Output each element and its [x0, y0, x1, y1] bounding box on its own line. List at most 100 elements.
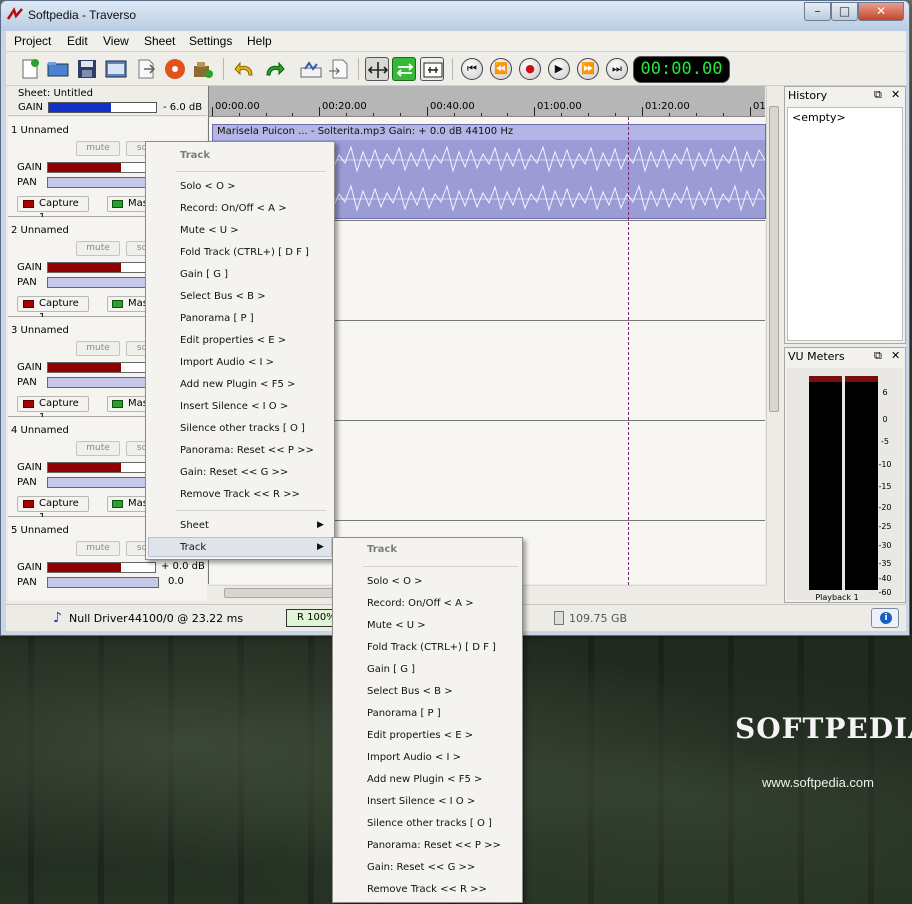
menu-sheet[interactable]: Sheet	[144, 34, 175, 48]
history-title: History	[788, 89, 828, 102]
play-icon[interactable]: ▶	[548, 58, 570, 80]
gain-slider[interactable]	[47, 262, 156, 273]
gain-slider[interactable]	[47, 562, 156, 573]
skip-to-end-icon[interactable]: ⏭	[606, 58, 628, 80]
new-project-icon[interactable]	[18, 57, 42, 81]
menu-item-record[interactable]: Record: On/Off < A >	[367, 598, 474, 609]
menu-item-remove-track[interactable]: Remove Track << R >>	[180, 489, 300, 500]
menu-settings[interactable]: Settings	[189, 34, 232, 48]
time-ruler[interactable]: 00:00.00 00:20.00 00:40.00 01:00.00 01:2…	[209, 86, 765, 117]
menu-item-remove-track[interactable]: Remove Track << R >>	[367, 884, 487, 895]
submenu-arrow-icon: ▶	[317, 520, 324, 530]
burn-cd-icon[interactable]	[163, 57, 187, 81]
menu-item-gain[interactable]: Gain [ G ]	[367, 664, 415, 675]
ruler-tick	[373, 113, 374, 116]
play-cursor[interactable]	[628, 117, 629, 585]
capture-button[interactable]: Capture 1	[17, 396, 89, 423]
save-icon[interactable]	[75, 57, 99, 81]
menu-item-edit-properties[interactable]: Edit properties < E >	[180, 335, 286, 346]
mute-button[interactable]: mute	[76, 241, 120, 256]
redo-icon[interactable]	[262, 57, 286, 81]
toolbar-separator	[223, 58, 224, 80]
fold-icon[interactable]	[392, 57, 416, 81]
mute-button[interactable]: mute	[76, 541, 120, 556]
sheet-gain-slider[interactable]	[48, 102, 157, 113]
submenu-sheet[interactable]: Sheet	[180, 520, 209, 531]
menu-item-silence-others[interactable]: Silence other tracks [ O ]	[180, 423, 305, 434]
close-button[interactable]: ✕	[858, 2, 904, 21]
menu-item-fold-track[interactable]: Fold Track (CTRL+) [ D F ]	[180, 247, 309, 258]
minimize-button[interactable]: –	[804, 2, 831, 21]
title-bar[interactable]: Softpedia - Traverso – □ ✕	[1, 1, 909, 31]
audio-driver-icon: ♪	[53, 610, 62, 626]
export-icon[interactable]	[134, 57, 158, 81]
menu-item-panorama[interactable]: Panorama [ P ]	[367, 708, 441, 719]
sheet-manager-icon[interactable]	[104, 57, 128, 81]
menu-item-solo[interactable]: Solo < O >	[367, 576, 423, 587]
zoom-icon[interactable]	[420, 57, 444, 81]
capture-button[interactable]: Capture 1	[17, 196, 89, 223]
menu-item-mute[interactable]: Mute < U >	[180, 225, 239, 236]
window-title: Softpedia - Traverso	[28, 8, 137, 22]
track-submenu: Track Solo < O > Record: On/Off < A > Mu…	[332, 537, 523, 903]
menu-item-silence-others[interactable]: Silence other tracks [ O ]	[367, 818, 492, 829]
mute-button[interactable]: mute	[76, 341, 120, 356]
capture-button[interactable]: Capture 1	[17, 296, 89, 323]
maximize-button[interactable]: □	[831, 2, 858, 21]
horizontal-scroll-thumb[interactable]	[224, 588, 334, 598]
mute-button[interactable]: mute	[76, 441, 120, 456]
vu-scale-label: -35	[878, 559, 892, 568]
menu-item-gain[interactable]: Gain [ G ]	[180, 269, 228, 280]
menu-edit[interactable]: Edit	[67, 34, 88, 48]
gain-slider[interactable]	[47, 362, 156, 373]
open-project-icon[interactable]	[46, 57, 70, 81]
move-icon[interactable]	[365, 57, 389, 81]
menu-item-record[interactable]: Record: On/Off < A >	[180, 203, 287, 214]
float-icon[interactable]: ⧉	[874, 349, 882, 363]
gain-slider[interactable]	[47, 162, 156, 173]
fast-forward-icon[interactable]: ⏩	[577, 58, 599, 80]
menu-item-select-bus[interactable]: Select Bus < B >	[367, 686, 453, 697]
follow-icon[interactable]	[327, 57, 351, 81]
menu-item-mute[interactable]: Mute < U >	[367, 620, 426, 631]
menu-separator	[363, 566, 518, 567]
vertical-scroll-thumb[interactable]	[769, 106, 779, 412]
menu-item-select-bus[interactable]: Select Bus < B >	[180, 291, 266, 302]
record-icon[interactable]: ●	[519, 58, 541, 80]
mute-button[interactable]: mute	[76, 141, 120, 156]
close-icon[interactable]: ✕	[891, 88, 900, 101]
submenu-track[interactable]: Track	[180, 542, 206, 553]
float-icon[interactable]: ⧉	[874, 88, 882, 102]
master-icon	[112, 200, 123, 208]
menu-item-edit-properties[interactable]: Edit properties < E >	[367, 730, 473, 741]
capture-button[interactable]: Capture 1	[17, 496, 89, 523]
close-icon[interactable]: ✕	[891, 349, 900, 362]
menu-item-fold-track[interactable]: Fold Track (CTRL+) [ D F ]	[367, 642, 496, 653]
plugin-icon[interactable]	[191, 57, 215, 81]
menu-item-import-audio[interactable]: Import Audio < I >	[367, 752, 461, 763]
menu-item-import-audio[interactable]: Import Audio < I >	[180, 357, 274, 368]
rewind-icon[interactable]: ⏪	[490, 58, 512, 80]
info-button[interactable]: i	[871, 608, 899, 628]
menu-item-insert-silence[interactable]: Insert Silence < I O >	[180, 401, 288, 412]
menu-item-panorama-reset[interactable]: Panorama: Reset << P >>	[367, 840, 501, 851]
menu-item-solo[interactable]: Solo < O >	[180, 181, 236, 192]
menu-item-panorama[interactable]: Panorama [ P ]	[180, 313, 254, 324]
menu-item-add-plugin[interactable]: Add new Plugin < F5 >	[367, 774, 482, 785]
menu-item-gain-reset[interactable]: Gain: Reset << G >>	[367, 862, 475, 873]
gain-slider[interactable]	[47, 462, 156, 473]
menu-item-add-plugin[interactable]: Add new Plugin < F5 >	[180, 379, 295, 390]
history-list[interactable]: <empty>	[787, 107, 903, 341]
menu-view[interactable]: View	[103, 34, 129, 48]
menu-item-panorama-reset[interactable]: Panorama: Reset << P >>	[180, 445, 314, 456]
snap-icon[interactable]	[299, 57, 323, 81]
menu-project[interactable]: Project	[14, 34, 51, 48]
pan-label: PAN	[17, 377, 37, 388]
undo-icon[interactable]	[233, 57, 257, 81]
vertical-scrollbar[interactable]	[766, 86, 780, 586]
skip-to-start-icon[interactable]: ⏮	[461, 58, 483, 80]
menu-item-gain-reset[interactable]: Gain: Reset << G >>	[180, 467, 288, 478]
pan-slider[interactable]	[47, 577, 159, 588]
menu-item-insert-silence[interactable]: Insert Silence < I O >	[367, 796, 475, 807]
menu-help[interactable]: Help	[247, 34, 272, 48]
